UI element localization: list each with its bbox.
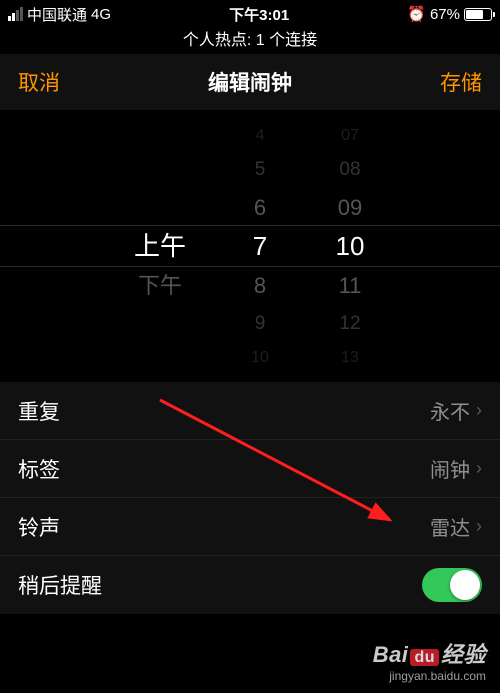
battery-percent: 67% [430,6,460,23]
time-picker[interactable]: 上午 下午 4 5 6 7 8 9 10 07 08 09 10 11 12 1… [0,110,500,382]
chevron-right-icon: › [476,458,482,479]
cancel-button[interactable]: 取消 [18,67,60,97]
snooze-toggle[interactable] [422,568,482,602]
network-label: 4G [91,6,111,23]
tag-row[interactable]: 标签 闹钟 › [0,440,500,498]
sound-value: 雷达 [430,512,470,541]
ampm-selected: 上午 [105,226,215,266]
repeat-label: 重复 [18,396,430,426]
minute-selected: 10 [305,226,395,266]
hour-column[interactable]: 4 5 6 7 8 9 10 [215,110,305,382]
battery-fill [466,10,483,19]
save-button[interactable]: 存储 [440,67,482,97]
tag-value: 闹钟 [430,454,470,483]
repeat-row[interactable]: 重复 永不 › [0,382,500,440]
tag-label: 标签 [18,454,430,484]
snooze-row: 稍后提醒 [0,556,500,614]
watermark: Baidu经验 jingyan.baidu.com [373,637,486,683]
snooze-label: 稍后提醒 [18,570,422,600]
chevron-right-icon: › [476,400,482,421]
page-title: 编辑闹钟 [208,67,292,97]
sound-row[interactable]: 铃声 雷达 › [0,498,500,556]
repeat-value: 永不 [430,396,470,425]
minute-column[interactable]: 07 08 09 10 11 12 13 [305,110,395,382]
hour-selected: 7 [215,226,305,266]
carrier-label: 中国联通 [27,4,87,25]
battery-icon [464,8,492,21]
ampm-other: 下午 [105,266,215,306]
hotspot-bar: 个人热点: 1 个连接 [0,28,500,54]
alarm-icon: ⏰ [407,5,426,23]
settings-list: 重复 永不 › 标签 闹钟 › 铃声 雷达 › 稍后提醒 [0,382,500,614]
nav-bar: 取消 编辑闹钟 存储 [0,54,500,110]
status-time: 下午3:01 [111,4,407,25]
status-bar: 中国联通 4G 下午3:01 ⏰ 67% [0,0,500,28]
chevron-right-icon: › [476,516,482,537]
ampm-column[interactable]: 上午 下午 [105,110,215,382]
sound-label: 铃声 [18,512,430,542]
signal-icon [8,7,23,21]
